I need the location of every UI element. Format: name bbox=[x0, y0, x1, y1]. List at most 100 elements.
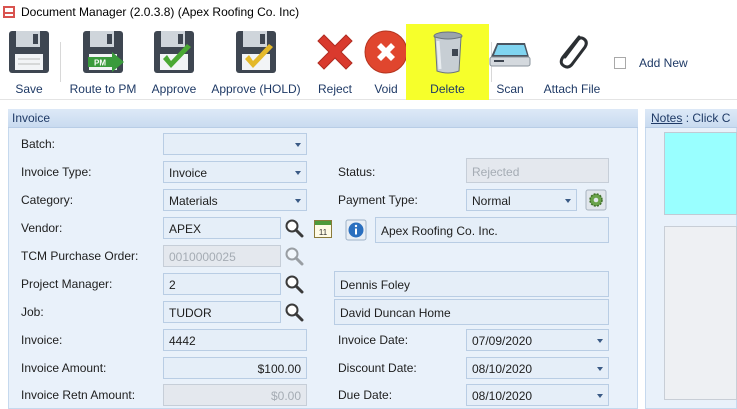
toolbar-separator bbox=[60, 42, 61, 82]
tcm-po-input[interactable]: 0010000025 bbox=[163, 245, 281, 267]
scanner-icon bbox=[489, 43, 531, 67]
pm-badge: PM bbox=[94, 59, 106, 68]
invoice-number-value: 4442 bbox=[169, 334, 196, 348]
app-icon bbox=[3, 6, 15, 18]
status-value: Rejected bbox=[472, 165, 520, 179]
chevron-down-icon bbox=[597, 339, 603, 343]
invoice-type-select[interactable]: Invoice bbox=[163, 161, 307, 183]
project-manager-name-value: Dennis Foley bbox=[340, 278, 411, 292]
invoice-amount-label: Invoice Amount: bbox=[21, 361, 107, 375]
vendor-name-value: Apex Roofing Co. Inc. bbox=[381, 224, 498, 238]
due-date-picker[interactable]: 08/10/2020 bbox=[466, 384, 609, 406]
approve-hold-label: Approve (HOLD) bbox=[211, 82, 301, 96]
delete-button[interactable]: Delete bbox=[406, 24, 489, 100]
job-input[interactable]: TUDOR bbox=[163, 301, 281, 323]
invoice-retn-amount-value: $0.00 bbox=[270, 389, 301, 403]
chevron-down-icon bbox=[597, 394, 603, 398]
invoice-date-picker[interactable]: 07/09/2020 bbox=[466, 329, 609, 351]
notes-title-suffix: : Click C bbox=[682, 111, 731, 125]
vendor-value: APEX bbox=[169, 222, 202, 236]
chevron-down-icon bbox=[295, 199, 301, 203]
notes-text-area[interactable] bbox=[664, 132, 737, 215]
chevron-down-icon bbox=[295, 143, 301, 147]
discount-date-picker[interactable]: 08/10/2020 bbox=[466, 357, 609, 379]
floppy-check-hold-icon bbox=[236, 31, 276, 73]
tcm-po-value: 0010000025 bbox=[169, 250, 236, 264]
route-to-pm-button[interactable]: PM Route to PM bbox=[66, 24, 140, 100]
notes-title-prefix: Notes bbox=[651, 111, 683, 125]
paperclip-icon bbox=[559, 35, 588, 69]
approve-button[interactable]: Approve bbox=[146, 24, 202, 100]
category-label: Category: bbox=[21, 193, 74, 207]
void-label: Void bbox=[374, 82, 398, 96]
chevron-down-icon bbox=[295, 171, 301, 175]
payment-type-select[interactable]: Normal bbox=[466, 189, 577, 211]
status-field: Rejected bbox=[466, 158, 609, 183]
invoice-date-label: Invoice Date: bbox=[338, 333, 409, 347]
invoice-panel-header bbox=[8, 109, 638, 128]
payment-type-label: Payment Type: bbox=[338, 193, 418, 207]
project-manager-label: Project Manager: bbox=[21, 277, 113, 291]
void-button[interactable]: Void bbox=[364, 24, 408, 100]
delete-label: Delete bbox=[430, 82, 465, 96]
invoice-amount-value: $100.00 bbox=[257, 362, 301, 376]
vendor-label: Vendor: bbox=[21, 221, 63, 235]
approve-hold-button[interactable]: Approve (HOLD) bbox=[208, 24, 304, 100]
floppy-route-pm-icon: PM bbox=[83, 31, 124, 73]
invoice-type-label: Invoice Type: bbox=[21, 165, 92, 179]
project-manager-value: 2 bbox=[169, 278, 176, 292]
void-circle-x-icon bbox=[364, 30, 408, 74]
trash-can-icon bbox=[433, 31, 462, 74]
calendar-day: 11 bbox=[319, 228, 328, 237]
batch-label: Batch: bbox=[21, 137, 56, 151]
job-name-value: David Duncan Home bbox=[340, 306, 451, 320]
window-title: Document Manager (2.0.3.8) (Apex Roofing… bbox=[21, 5, 300, 19]
info-icon[interactable] bbox=[345, 219, 367, 241]
attach-file-button[interactable]: Attach File bbox=[538, 24, 606, 100]
job-value: TUDOR bbox=[169, 306, 212, 320]
scan-label: Scan bbox=[496, 82, 524, 96]
tcm-po-label: TCM Purchase Order: bbox=[21, 249, 139, 263]
notes-list bbox=[664, 226, 737, 400]
search-icon[interactable] bbox=[284, 246, 304, 266]
due-date-value: 08/10/2020 bbox=[472, 389, 533, 403]
project-manager-name-field: Dennis Foley bbox=[334, 271, 609, 297]
job-label: Job: bbox=[21, 305, 44, 319]
reject-button[interactable]: Reject bbox=[309, 24, 361, 100]
reject-label: Reject bbox=[317, 82, 352, 96]
floppy-check-icon bbox=[154, 31, 194, 73]
status-label: Status: bbox=[338, 165, 376, 179]
chevron-down-icon bbox=[565, 199, 571, 203]
toolbar: Save PM Route to PM Approve Approve (HOL… bbox=[0, 24, 737, 100]
invoice-type-value: Invoice bbox=[169, 166, 208, 180]
search-icon[interactable] bbox=[284, 302, 304, 322]
discount-date-label: Discount Date: bbox=[338, 361, 417, 375]
floppy-disk-icon bbox=[9, 31, 49, 73]
route-to-pm-label: Route to PM bbox=[69, 82, 137, 96]
add-new-checkbox[interactable] bbox=[614, 57, 626, 69]
chevron-down-icon bbox=[597, 367, 603, 371]
job-name-field: David Duncan Home bbox=[334, 299, 609, 325]
vendor-input[interactable]: APEX bbox=[163, 217, 281, 239]
attach-file-label: Attach File bbox=[543, 82, 601, 96]
category-value: Materials bbox=[169, 194, 218, 208]
invoice-number-input[interactable]: 4442 bbox=[163, 329, 307, 351]
invoice-amount-input[interactable]: $100.00 bbox=[163, 357, 307, 379]
calendar-icon[interactable]: 11 bbox=[313, 219, 333, 239]
category-select[interactable]: Materials bbox=[163, 189, 307, 211]
batch-select[interactable] bbox=[163, 133, 307, 155]
gear-icon[interactable] bbox=[585, 189, 607, 211]
payment-type-value: Normal bbox=[472, 194, 511, 208]
save-button[interactable]: Save bbox=[0, 24, 58, 100]
search-icon[interactable] bbox=[284, 274, 304, 294]
project-manager-input[interactable]: 2 bbox=[163, 273, 281, 295]
scan-button[interactable]: Scan bbox=[488, 24, 532, 100]
save-label: Save bbox=[15, 82, 43, 96]
approve-label: Approve bbox=[151, 82, 197, 96]
red-x-icon bbox=[317, 34, 353, 70]
notes-title[interactable]: Notes : Click C bbox=[651, 111, 730, 125]
vendor-name-field: Apex Roofing Co. Inc. bbox=[375, 217, 609, 243]
invoice-retn-amount-input[interactable]: $0.00 bbox=[163, 384, 307, 406]
search-icon[interactable] bbox=[284, 218, 304, 238]
invoice-date-value: 07/09/2020 bbox=[472, 334, 533, 348]
